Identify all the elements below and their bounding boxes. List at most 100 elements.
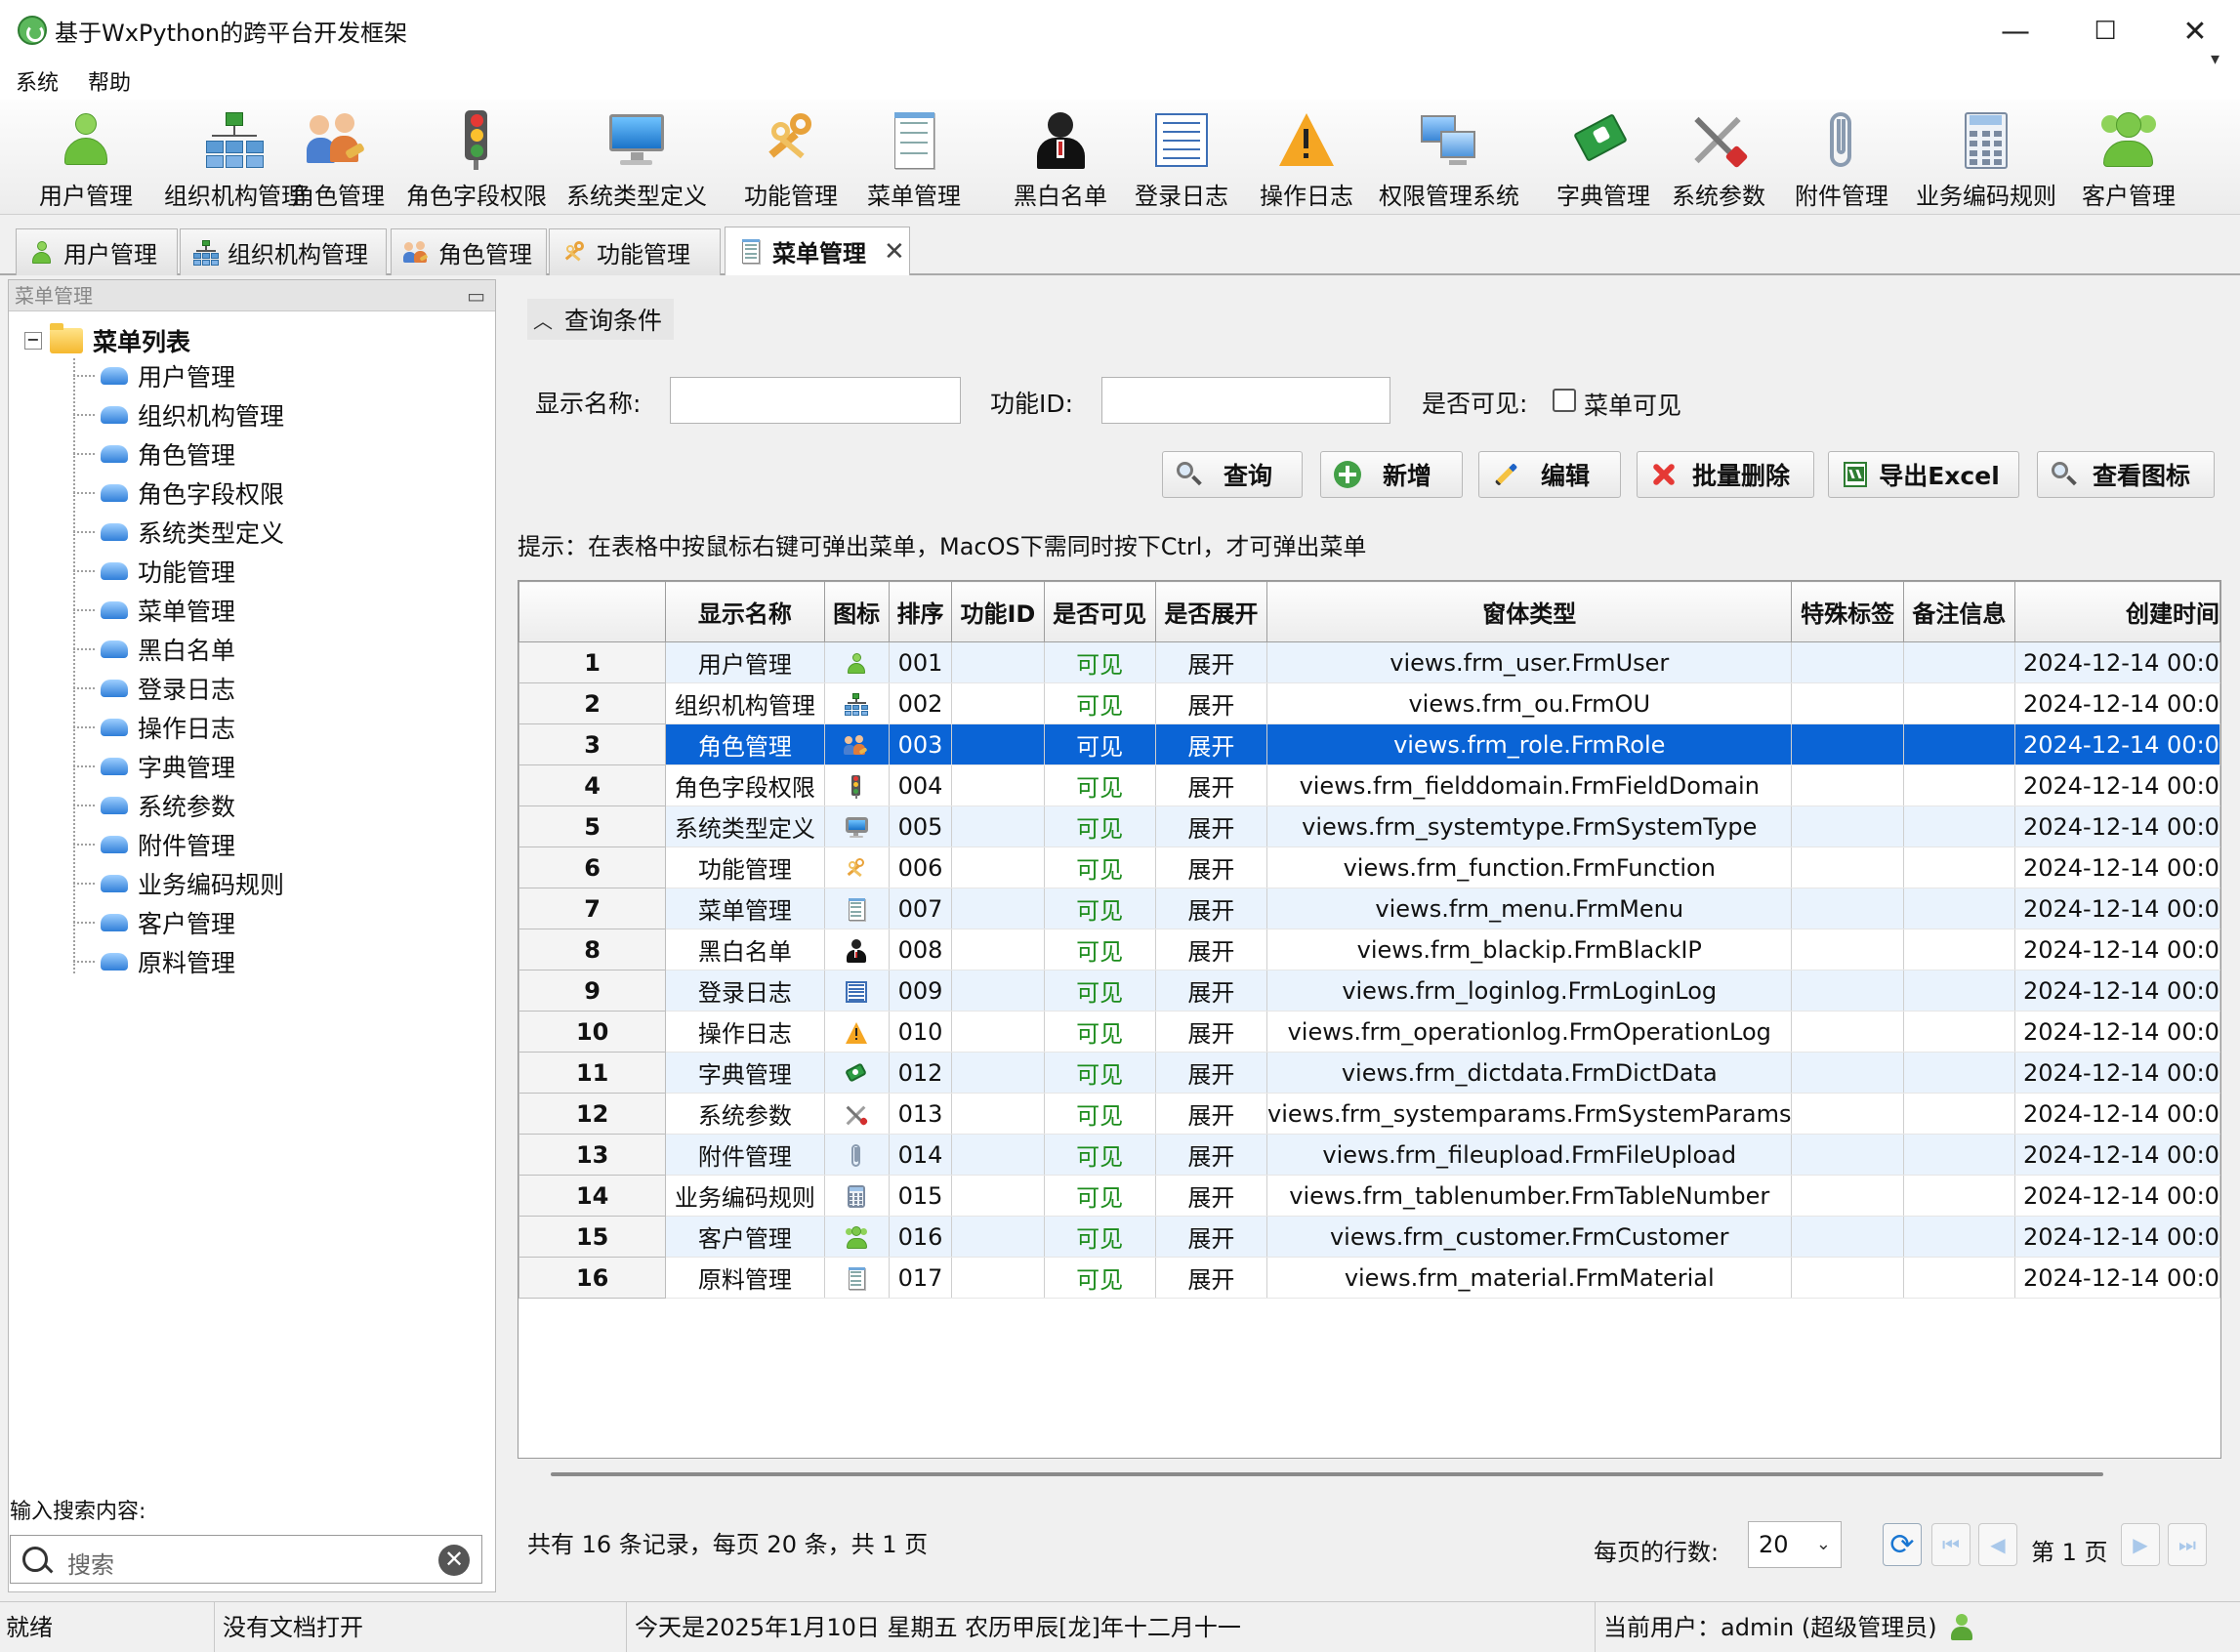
toolbar-btn-13[interactable]: 附件管理 <box>1795 105 1888 211</box>
cell-visible[interactable]: 可见 <box>1044 805 1156 847</box>
cell-note[interactable] <box>1903 1257 2015 1299</box>
cell-sort[interactable]: 015 <box>889 1175 953 1217</box>
cell-visible[interactable]: 可见 <box>1044 1216 1156 1258</box>
cell-form[interactable]: views.frm_dictdata.FrmDictData <box>1266 1052 1793 1094</box>
toolbar-btn-9[interactable]: 操作日志 <box>1260 105 1353 211</box>
cell-expand[interactable]: 展开 <box>1155 929 1268 971</box>
cell-form[interactable]: views.frm_customer.FrmCustomer <box>1266 1216 1793 1258</box>
cell-visible[interactable]: 可见 <box>1044 1093 1156 1135</box>
tree-item[interactable]: 菜单管理 <box>73 593 235 628</box>
cell-icon[interactable] <box>824 888 890 929</box>
table-row[interactable]: 12 系统参数 013 可见 展开 views.frm_systemparams.FrmS… <box>519 1093 2220 1135</box>
cell-created[interactable]: 2024-12-14 00:0 <box>2014 970 2220 1012</box>
menu-system[interactable]: 系统 <box>16 65 59 97</box>
table-row[interactable]: 2 组织机构管理 002 可见 展开 views.frm_ou.FrmOU 2024-12-… <box>519 682 2220 724</box>
cell-note[interactable] <box>1903 1175 2015 1217</box>
cell-note[interactable] <box>1903 847 2015 888</box>
query-conditions-toggle[interactable]: ︿ 查询条件 <box>527 299 675 340</box>
cell-form[interactable]: views.frm_ou.FrmOU <box>1266 682 1793 724</box>
cell-icon[interactable] <box>824 641 890 683</box>
cell-note[interactable] <box>1903 929 2015 971</box>
column-header[interactable] <box>519 581 667 642</box>
cell-fid[interactable] <box>951 1011 1045 1053</box>
cell-sort[interactable]: 016 <box>889 1216 953 1258</box>
cell-note[interactable] <box>1903 1011 2015 1053</box>
cell-icon[interactable] <box>824 682 890 724</box>
cell-visible[interactable]: 可见 <box>1044 1052 1156 1094</box>
cell-note[interactable] <box>1903 805 2015 847</box>
cell-created[interactable]: 2024-12-14 00:0 <box>2014 764 2220 806</box>
cell-expand[interactable]: 展开 <box>1155 970 1268 1012</box>
cell-visible[interactable]: 可见 <box>1044 764 1156 806</box>
menu-help[interactable]: 帮助 <box>88 65 131 97</box>
rows-per-page-select[interactable]: 20 ⌄ <box>1748 1521 1842 1568</box>
clear-search-icon[interactable]: ✕ <box>438 1545 470 1576</box>
row-header[interactable]: 12 <box>519 1093 667 1135</box>
cell-fid[interactable] <box>951 1093 1045 1135</box>
cell-name[interactable]: 客户管理 <box>665 1216 825 1258</box>
maximize-button[interactable]: ☐ <box>2060 0 2150 62</box>
cell-fid[interactable] <box>951 723 1045 765</box>
table-row[interactable]: 11 字典管理 012 可见 展开 views.frm_dictdata.FrmDictD… <box>519 1052 2220 1094</box>
cell-sort[interactable]: 012 <box>889 1052 953 1094</box>
cell-created[interactable]: 2024-12-14 00:0 <box>2014 1257 2220 1299</box>
column-header[interactable]: 是否可见 <box>1043 581 1156 642</box>
cell-fid[interactable] <box>951 1052 1045 1094</box>
cell-created[interactable]: 2024-12-14 00:0 <box>2014 1134 2220 1176</box>
cell-form[interactable]: views.frm_blackip.FrmBlackIP <box>1266 929 1793 971</box>
cell-visible[interactable]: 可见 <box>1044 929 1156 971</box>
cell-fid[interactable] <box>951 1134 1045 1176</box>
cell-sort[interactable]: 006 <box>889 847 953 888</box>
cell-note[interactable] <box>1903 1134 2015 1176</box>
cell-form[interactable]: views.frm_fielddomain.FrmFieldDomain <box>1266 764 1793 806</box>
tree-item[interactable]: 用户管理 <box>73 358 235 393</box>
cell-sort[interactable]: 010 <box>889 1011 953 1053</box>
table-row[interactable]: 9 登录日志 009 可见 展开 views.frm_loginlog.FrmLoginL… <box>519 970 2220 1012</box>
column-header[interactable]: 窗体类型 <box>1266 581 1793 642</box>
toolbar-overflow-icon[interactable]: ▾ <box>2211 49 2219 69</box>
horizontal-scrollbar[interactable] <box>551 1472 2103 1476</box>
cell-form[interactable]: views.frm_function.FrmFunction <box>1266 847 1793 888</box>
action-btn-2[interactable]: 编辑 <box>1478 451 1621 498</box>
cell-form[interactable]: views.frm_menu.FrmMenu <box>1266 888 1793 929</box>
cell-icon[interactable] <box>824 847 890 888</box>
cell-expand[interactable]: 展开 <box>1155 805 1268 847</box>
cell-name[interactable]: 角色字段权限 <box>665 764 825 806</box>
cell-sort[interactable]: 007 <box>889 888 953 929</box>
cell-note[interactable] <box>1903 1216 2015 1258</box>
cell-tag[interactable] <box>1791 805 1904 847</box>
table-row[interactable]: 7 菜单管理 007 可见 展开 views.frm_menu.FrmMenu 2024-1… <box>519 888 2220 929</box>
next-page-button[interactable]: ▶ <box>2121 1523 2160 1566</box>
toolbar-btn-14[interactable]: 业务编码规则 <box>1916 105 2056 211</box>
cell-tag[interactable] <box>1791 1052 1904 1094</box>
cell-note[interactable] <box>1903 682 2015 724</box>
cell-created[interactable]: 2024-12-14 00:0 <box>2014 1011 2220 1053</box>
menu-visible-checkbox[interactable] <box>1553 389 1576 412</box>
cell-visible[interactable]: 可见 <box>1044 1175 1156 1217</box>
column-header[interactable]: 特殊标签 <box>1791 581 1904 642</box>
cell-sort[interactable]: 003 <box>889 723 953 765</box>
tree-root[interactable]: − 菜单列表 <box>24 323 190 358</box>
refresh-button[interactable]: ⟳ <box>1883 1523 1922 1566</box>
cell-visible[interactable]: 可见 <box>1044 1257 1156 1299</box>
cell-note[interactable] <box>1903 641 2015 683</box>
function-id-input[interactable] <box>1101 377 1390 424</box>
tree-item[interactable]: 系统类型定义 <box>73 515 284 550</box>
cell-fid[interactable] <box>951 1216 1045 1258</box>
cell-fid[interactable] <box>951 847 1045 888</box>
last-page-button[interactable]: ⏭ <box>2168 1523 2207 1566</box>
cell-note[interactable] <box>1903 888 2015 929</box>
cell-form[interactable]: views.frm_tablenumber.FrmTableNumber <box>1266 1175 1793 1217</box>
cell-fid[interactable] <box>951 682 1045 724</box>
cell-name[interactable]: 附件管理 <box>665 1134 825 1176</box>
cell-fid[interactable] <box>951 764 1045 806</box>
cell-name[interactable]: 功能管理 <box>665 847 825 888</box>
column-header[interactable]: 创建时间 <box>2013 581 2220 642</box>
cell-visible[interactable]: 可见 <box>1044 1134 1156 1176</box>
row-header[interactable]: 9 <box>519 970 667 1012</box>
row-header[interactable]: 13 <box>519 1134 667 1176</box>
prev-page-button[interactable]: ◀ <box>1978 1523 2017 1566</box>
toolbar-btn-1[interactable]: 组织机构管理 <box>164 105 305 211</box>
cell-created[interactable]: 2024-12-14 00:0 <box>2014 1052 2220 1094</box>
cell-form[interactable]: views.frm_systemparams.FrmSystemParams <box>1266 1093 1793 1135</box>
